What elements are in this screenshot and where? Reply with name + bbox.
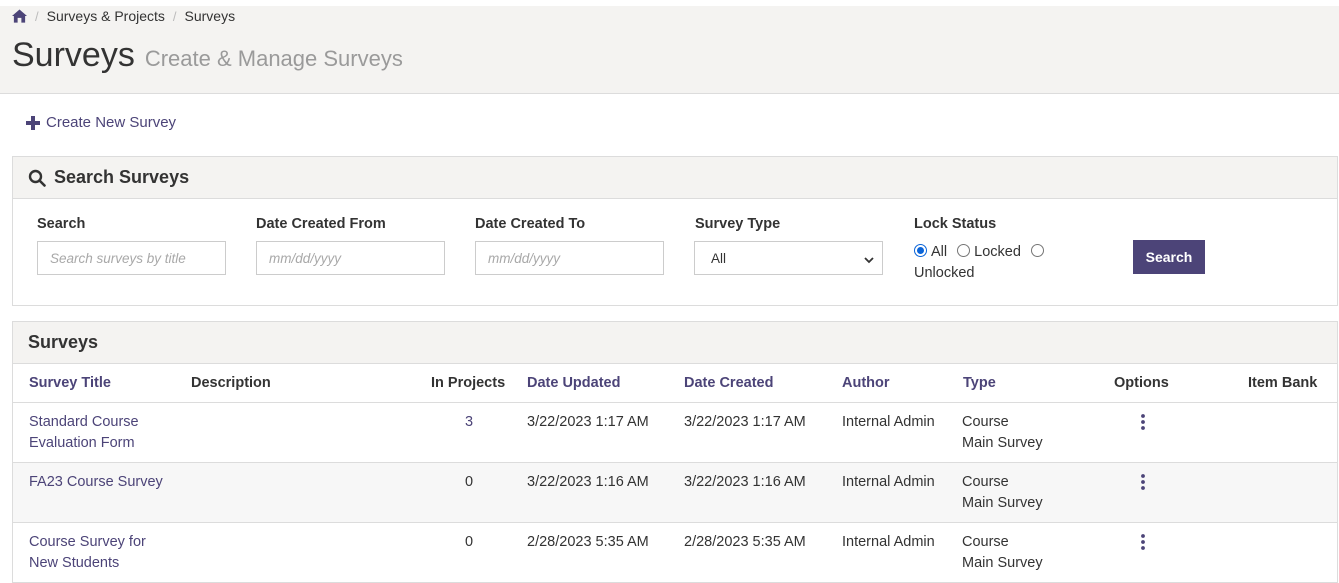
search-icon — [28, 169, 46, 187]
breadcrumb-surveys: Surveys — [184, 8, 236, 24]
date-to-label: Date Created To — [475, 216, 586, 232]
col-type[interactable]: Type — [963, 375, 996, 391]
breadcrumb-surveys-projects[interactable]: Surveys & Projects — [47, 8, 165, 24]
page-header: / Surveys & Projects / Surveys Surveys C… — [0, 6, 1339, 94]
author: Internal Admin — [842, 534, 935, 550]
radio-locked[interactable] — [957, 244, 971, 257]
col-survey-title[interactable]: Survey Title — [29, 375, 111, 391]
date-updated: 3/22/2023 1:17 AM — [527, 414, 649, 430]
lock-option-all[interactable]: All — [914, 244, 947, 260]
search-panel-header: Search Surveys — [13, 157, 1337, 199]
col-author[interactable]: Author — [842, 375, 890, 391]
lock-status-options: All Locked Unlocked — [914, 242, 1074, 284]
date-created: 3/22/2023 1:16 AM — [684, 474, 806, 490]
surveys-panel-header: Surveys — [13, 322, 1337, 364]
survey-title-link[interactable]: FA23 Course Survey — [29, 472, 163, 493]
kebab-menu-icon[interactable] — [1140, 414, 1146, 430]
survey-title-line2: New Students — [29, 555, 120, 571]
survey-title-link[interactable]: Standard Course Evaluation Form — [29, 412, 139, 454]
table-row: Course Survey for New Students 0 2/28/202… — [13, 523, 1337, 583]
survey-type: Course Main Survey — [962, 412, 1043, 454]
survey-type-field: Survey Type — [695, 216, 780, 232]
lock-option-unlocked-label: Unlocked — [914, 265, 975, 281]
date-updated: 2/28/2023 5:35 AM — [527, 534, 649, 550]
table-header: Survey Title Description In Projects Dat… — [13, 364, 1337, 403]
search-field: Search — [37, 216, 85, 232]
search-button[interactable]: Search — [1133, 240, 1205, 274]
search-input[interactable] — [37, 241, 226, 275]
col-description: Description — [191, 375, 271, 391]
page-subtitle: Create & Manage Surveys — [144, 46, 403, 71]
search-label: Search — [37, 216, 86, 232]
type-line2: Main Survey — [962, 495, 1043, 511]
lock-option-locked[interactable]: Locked — [957, 244, 1021, 260]
col-item-bank: Item Bank — [1248, 375, 1318, 391]
type-line1: Course — [962, 534, 1009, 550]
search-panel-title: Search Surveys — [54, 167, 190, 187]
survey-type-label: Survey Type — [695, 216, 781, 232]
in-projects-link[interactable]: 3 — [465, 412, 473, 433]
search-surveys-panel: Search Surveys Search Date Created From … — [12, 156, 1338, 306]
title-row: Surveys Create & Manage Surveys — [12, 36, 403, 75]
table-row: FA23 Course Survey 0 3/22/2023 1:16 AM 3… — [13, 463, 1337, 523]
survey-title-line2: Evaluation Form — [29, 435, 135, 451]
home-icon[interactable] — [12, 9, 27, 23]
type-line2: Main Survey — [962, 555, 1043, 571]
lock-status-field: Lock Status All Locked Unlocked — [914, 216, 1084, 281]
col-options: Options — [1114, 375, 1169, 391]
survey-title-line1: Standard Course — [29, 414, 139, 430]
date-created: 3/22/2023 1:17 AM — [684, 414, 806, 430]
page-title: Surveys — [12, 36, 135, 74]
date-from-field: Date Created From — [256, 216, 386, 232]
chevron-down-icon — [864, 253, 874, 264]
author: Internal Admin — [842, 474, 935, 490]
kebab-menu-icon[interactable] — [1140, 474, 1146, 490]
radio-unlocked[interactable] — [1030, 244, 1044, 257]
survey-type-select[interactable]: All — [694, 241, 883, 275]
date-to-field: Date Created To — [475, 216, 585, 232]
col-date-updated[interactable]: Date Updated — [527, 375, 620, 391]
radio-all[interactable] — [914, 244, 927, 257]
date-from-input[interactable] — [256, 241, 445, 275]
date-updated: 3/22/2023 1:16 AM — [527, 474, 649, 490]
in-projects-count: 0 — [465, 534, 474, 550]
lock-option-all-label: All — [931, 244, 948, 260]
date-from-label: Date Created From — [256, 216, 386, 232]
create-new-survey-link[interactable]: Create New Survey — [26, 114, 176, 131]
kebab-menu-icon[interactable] — [1140, 534, 1146, 550]
surveys-panel: Surveys Survey Title Description In Proj… — [12, 321, 1338, 583]
type-line1: Course — [962, 474, 1009, 490]
create-new-survey-label: Create New Survey — [46, 114, 177, 131]
table-row: Standard Course Evaluation Form 3 3/22/20… — [13, 403, 1337, 463]
plus-icon — [26, 115, 40, 130]
survey-title-line1: FA23 Course Survey — [29, 474, 163, 490]
type-line1: Course — [962, 414, 1009, 430]
breadcrumb: / Surveys & Projects / Surveys — [12, 8, 243, 24]
in-projects-count: 0 — [465, 474, 474, 490]
survey-type-value: All — [711, 250, 727, 266]
col-date-created[interactable]: Date Created — [684, 375, 773, 391]
breadcrumb-separator: / — [172, 8, 177, 24]
type-line2: Main Survey — [962, 435, 1043, 451]
survey-type: Course Main Survey — [962, 532, 1043, 574]
author: Internal Admin — [842, 414, 935, 430]
lock-option-locked-label: Locked — [974, 244, 1021, 260]
survey-title-link[interactable]: Course Survey for New Students — [29, 532, 146, 574]
breadcrumb-separator: / — [35, 8, 39, 24]
lock-status-label: Lock Status — [914, 216, 997, 232]
survey-type: Course Main Survey — [962, 472, 1043, 514]
col-in-projects: In Projects — [431, 375, 506, 391]
survey-title-line1: Course Survey for — [29, 534, 146, 550]
date-to-input[interactable] — [475, 241, 664, 275]
date-created: 2/28/2023 5:35 AM — [684, 534, 806, 550]
surveys-panel-title: Surveys — [28, 332, 99, 352]
